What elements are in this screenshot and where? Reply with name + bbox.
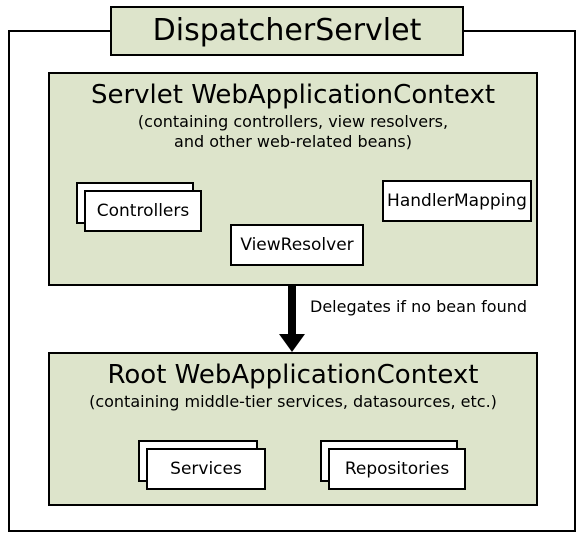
servlet-context-subtitle-line1: (containing controllers, view resolvers, <box>138 112 448 131</box>
delegates-arrow-label: Delegates if no bean found <box>310 297 527 316</box>
root-context-title: Root WebApplicationContext <box>50 360 536 390</box>
viewresolver-box: ViewResolver <box>230 224 364 266</box>
controllers-box: Controllers <box>84 190 202 232</box>
delegates-arrow <box>282 284 302 352</box>
repositories-box: Repositories <box>328 448 466 490</box>
servlet-context-subtitle-line2: and other web-related beans) <box>174 132 412 151</box>
root-context-subtitle: (containing middle-tier services, dataso… <box>50 392 536 412</box>
arrow-head-icon <box>279 334 305 352</box>
diagram-canvas: DispatcherServlet Servlet WebApplication… <box>0 0 582 536</box>
root-webapplicationcontext-box: Root WebApplicationContext (containing m… <box>48 352 538 506</box>
arrow-shaft <box>288 284 296 336</box>
services-box: Services <box>146 448 266 490</box>
servlet-webapplicationcontext-box: Servlet WebApplicationContext (containin… <box>48 72 538 286</box>
handlermapping-box: HandlerMapping <box>382 180 532 222</box>
servlet-context-title: Servlet WebApplicationContext <box>50 80 536 110</box>
servlet-context-subtitle: (containing controllers, view resolvers,… <box>50 112 536 152</box>
dispatcher-servlet-title: DispatcherServlet <box>110 6 464 56</box>
